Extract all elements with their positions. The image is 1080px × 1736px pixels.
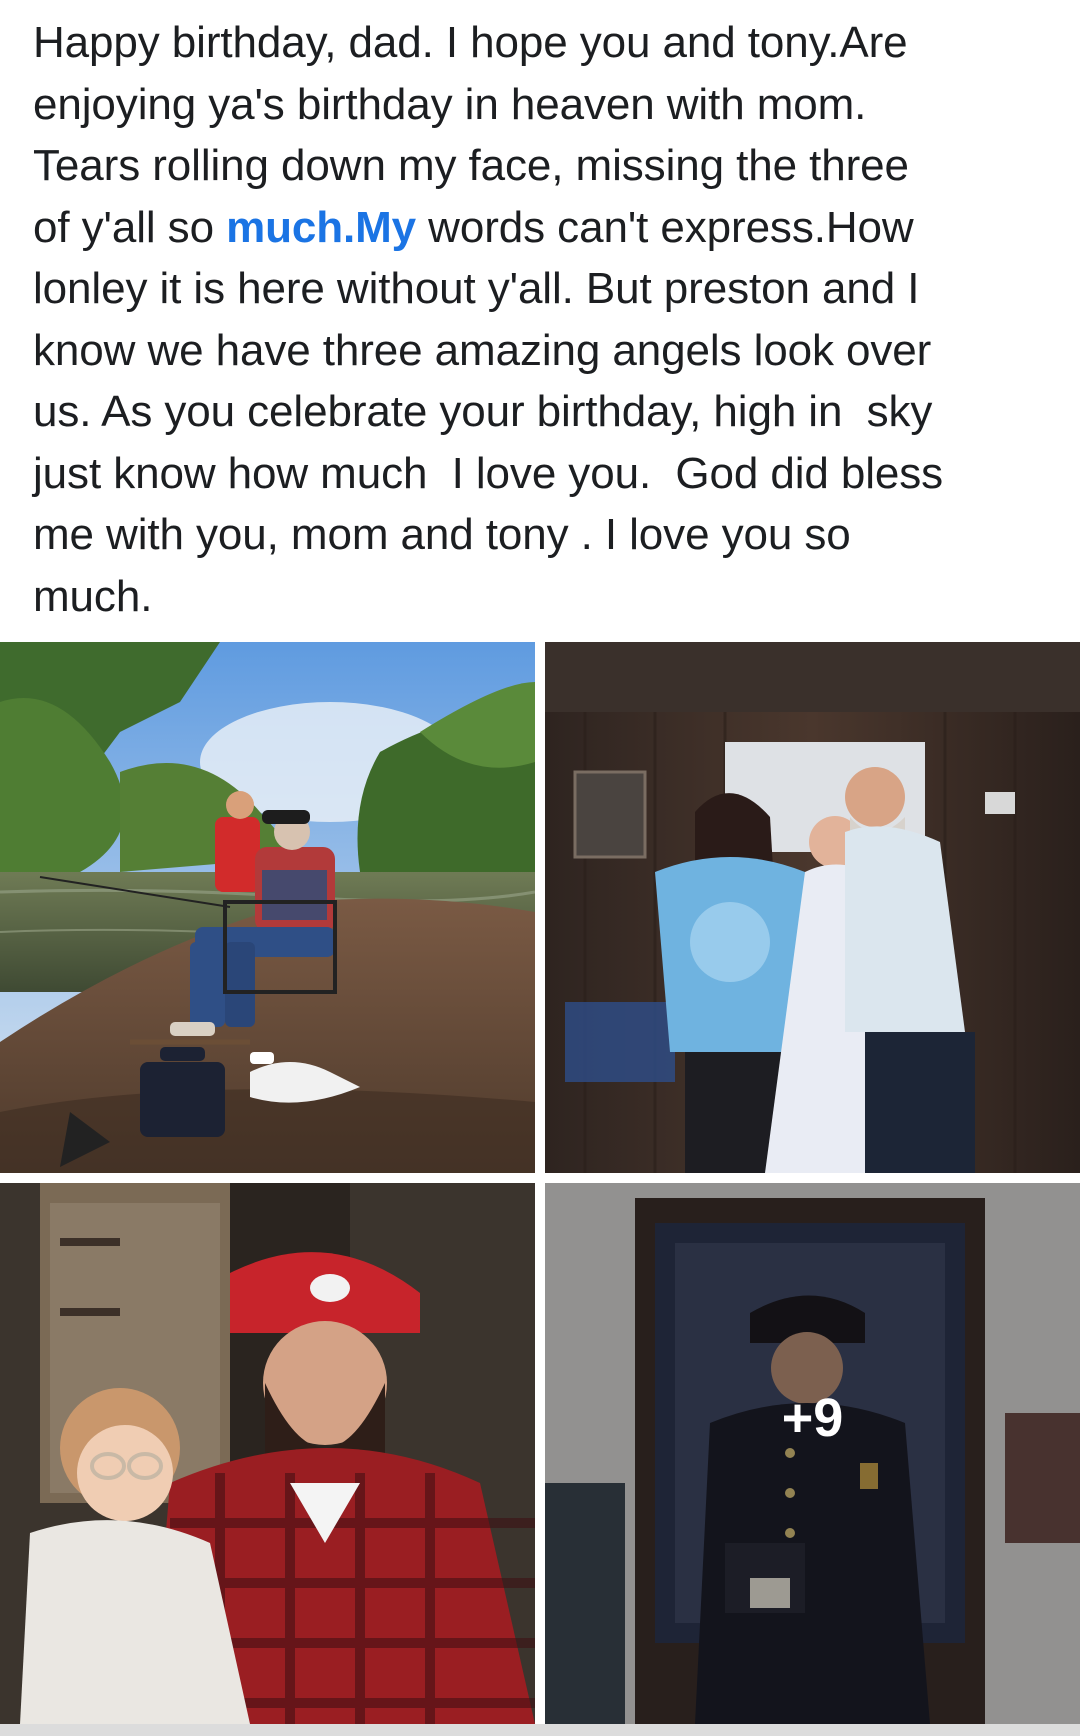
photo-dad-and-child[interactable] — [0, 1183, 535, 1724]
more-photos-overlay[interactable]: +9 — [545, 1183, 1080, 1724]
post-line: Tears rolling down my face, missing the … — [33, 141, 909, 190]
post-line: know we have three amazing angels look o… — [33, 325, 932, 375]
see-more-link[interactable]: much.My — [226, 203, 416, 252]
post-line-start: of y'all so — [33, 202, 227, 252]
photo-family[interactable] — [545, 642, 1080, 1173]
post-line: us. As you celebrate your birthday, high… — [33, 387, 933, 436]
post-text: Happy birthday, dad. I hope you and tony… — [33, 12, 1063, 627]
photo-uniform-more[interactable]: +9 — [545, 1183, 1080, 1724]
post-line: enjoying ya's birthday in heaven with mo… — [33, 79, 867, 129]
photo-fishing[interactable] — [0, 642, 535, 1173]
photo-family-image — [545, 642, 1080, 1173]
more-photos-count: +9 — [781, 1387, 844, 1448]
post-line: just know how much I love you. God did b… — [33, 448, 944, 498]
photo-grid: +9 — [0, 642, 1080, 1724]
photo-fishing-image — [0, 642, 535, 1173]
post-line: me with you, mom and tony . I love you s… — [33, 510, 851, 559]
post-line: lonley it is here without y'all. But pre… — [33, 264, 920, 313]
post-line-end: words can't express.How — [416, 202, 914, 252]
photo-dad-and-child-image — [0, 1183, 535, 1724]
post-line: much. — [33, 571, 153, 621]
bottom-divider — [0, 1724, 1080, 1736]
post-line: Happy birthday, dad. I hope you and tony… — [33, 18, 908, 67]
post-line: of y'all so much.My words can't express.… — [33, 197, 1063, 259]
